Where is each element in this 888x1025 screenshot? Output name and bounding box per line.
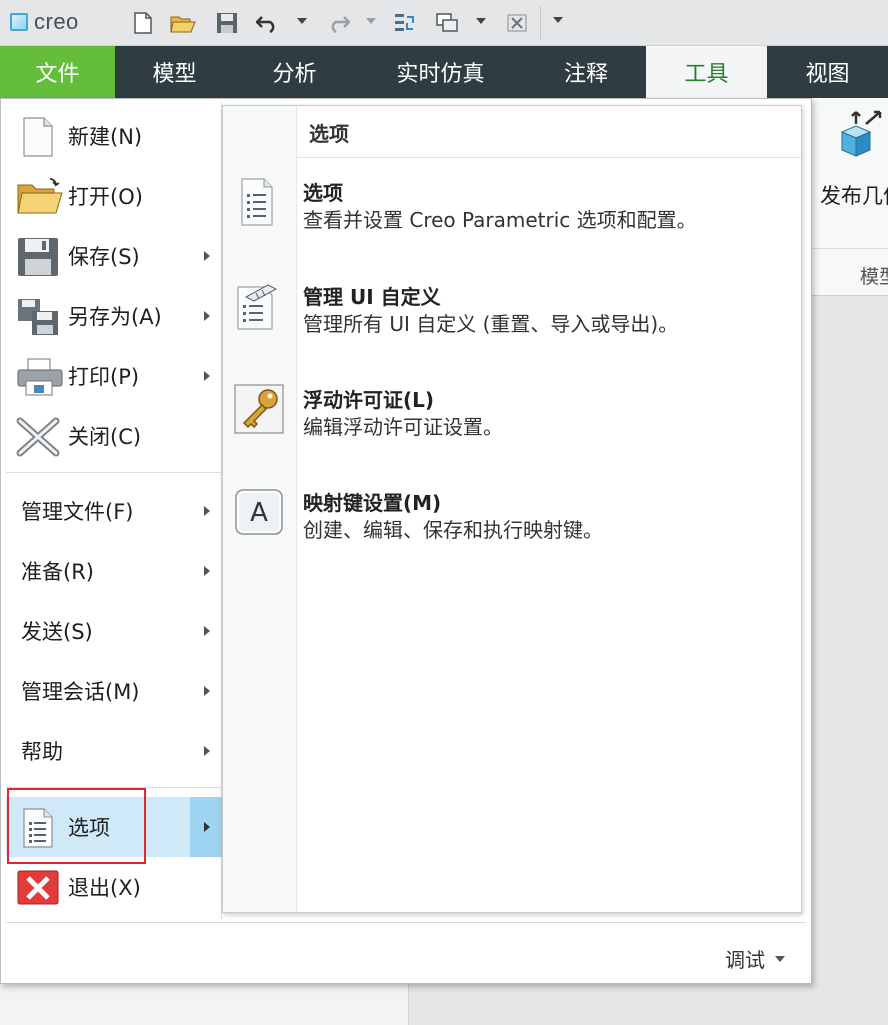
ribbon-separator [810, 248, 888, 249]
debug-label: 调试 [725, 948, 765, 972]
publish-geometry-label[interactable]: 发布几何 [820, 180, 888, 210]
toolbar-separator [540, 6, 541, 40]
tab-analysis[interactable]: 分析 [234, 46, 355, 98]
tab-live-simulation[interactable]: 实时仿真 [355, 46, 526, 98]
menu-item-send[interactable]: 发送(S) [6, 601, 222, 661]
publish-geometry-icon[interactable] [836, 110, 886, 164]
submenu-item-floating-license[interactable]: 浮动许可证(L) 编辑浮动许可证设置。 [223, 384, 801, 454]
submenu-arrow-icon [204, 506, 210, 516]
menu-label: 打印(P) [68, 365, 140, 389]
exit-icon [16, 868, 60, 908]
new-file-icon[interactable] [130, 10, 156, 36]
highlight-box [7, 788, 146, 864]
menu-item-close[interactable]: 关闭(C) [6, 406, 222, 466]
menu-label: 打开(O) [68, 185, 143, 209]
submenu-arrow-icon [204, 686, 210, 696]
menu-label: 帮助 [21, 740, 63, 764]
tab-tools[interactable]: 工具 [646, 46, 767, 98]
menu-label: 准备(R) [21, 560, 94, 584]
menu-item-save-as[interactable]: 另存为(A) [6, 286, 222, 346]
menu-label: 另存为(A) [68, 305, 162, 329]
redo-dropdown-icon[interactable] [366, 18, 376, 24]
menu-label: 管理文件(F) [21, 500, 134, 524]
menu-item-save[interactable]: 保存(S) [6, 226, 222, 286]
chevron-down-icon [775, 955, 785, 962]
svg-text:A: A [250, 498, 268, 528]
submenu-arrow-icon [204, 566, 210, 576]
submenu-arrow-icon [204, 251, 210, 261]
menu-divider [6, 472, 222, 473]
undo-dropdown-icon[interactable] [297, 18, 307, 24]
undo-icon[interactable] [255, 10, 281, 36]
menu-item-manage-file[interactable]: 管理文件(F) [6, 481, 222, 541]
submenu-arrow-icon [204, 371, 210, 381]
tab-file[interactable]: 文件 [0, 46, 115, 98]
menu-label: 关闭(C) [68, 425, 142, 449]
ribbon-panel: 发布几何 模型 [810, 98, 888, 296]
submenu-item-mapkey[interactable]: A 映射键设置(M) 创建、编辑、保存和执行映射键。 [223, 487, 801, 557]
submenu-header-divider [297, 157, 801, 158]
submenu-header: 选项 [309, 122, 349, 146]
submenu-item-title: 映射键设置(M) [303, 491, 442, 515]
submenu-item-manage-ui[interactable]: 管理 UI 自定义 管理所有 UI 自定义 (重置、导入或导出)。 [223, 281, 801, 351]
windows-dropdown-icon[interactable] [476, 18, 486, 24]
close-window-icon[interactable] [504, 10, 530, 36]
mapkey-icon: A [234, 487, 286, 539]
menu-label: 管理会话(M) [21, 680, 140, 704]
file-menu: 新建(N) 打开(O) 保存(S) 另存为(A) 打印(P) 关闭(C) 管理文… [0, 98, 812, 984]
menu-item-new[interactable]: 新建(N) [6, 106, 222, 166]
menu-item-help[interactable]: 帮助 [6, 721, 222, 781]
file-menu-footer-divider [6, 922, 806, 923]
options-submenu: 选项 选项 查看并设置 Creo Parametric 选项和配置。 管理 UI… [222, 105, 802, 913]
submenu-item-title: 管理 UI 自定义 [303, 285, 441, 309]
submenu-item-description: 查看并设置 Creo Parametric 选项和配置。 [303, 208, 697, 232]
open-folder-icon [16, 177, 63, 217]
regenerate-icon[interactable] [392, 10, 418, 36]
save-as-icon [16, 297, 60, 337]
menu-item-prepare[interactable]: 准备(R) [6, 541, 222, 601]
submenu-item-title: 浮动许可证(L) [303, 388, 435, 412]
menu-item-exit[interactable]: 退出(X) [6, 857, 222, 917]
debug-dropdown[interactable]: 调试 [725, 944, 785, 973]
menu-item-open[interactable]: 打开(O) [6, 166, 222, 226]
model-group-label: 模型 [860, 266, 888, 288]
ribbon-tabs: 文件 模型 分析 实时仿真 注释 工具 视图 [0, 46, 888, 98]
menu-item-manage-session[interactable]: 管理会话(M) [6, 661, 222, 721]
submenu-item-title: 选项 [303, 181, 343, 205]
save-disk-icon [16, 237, 60, 277]
menu-label: 保存(S) [68, 245, 140, 269]
printer-icon [16, 357, 63, 397]
submenu-item-description: 创建、编辑、保存和执行映射键。 [303, 518, 603, 542]
key-icon [234, 384, 286, 436]
windows-icon[interactable] [434, 10, 460, 36]
creo-cube-icon [10, 13, 28, 31]
menu-label: 发送(S) [21, 620, 93, 644]
save-icon[interactable] [214, 10, 240, 36]
submenu-item-options[interactable]: 选项 查看并设置 Creo Parametric 选项和配置。 [223, 177, 801, 267]
tab-view[interactable]: 视图 [767, 46, 888, 98]
new-document-icon [16, 117, 60, 157]
submenu-item-description: 编辑浮动许可证设置。 [303, 415, 503, 439]
submenu-arrow-icon [204, 746, 210, 756]
options-list-icon [234, 177, 286, 229]
submenu-arrow-icon [204, 626, 210, 636]
submenu-arrow-icon [204, 311, 210, 321]
submenu-arrow-icon [204, 822, 210, 832]
open-folder-icon[interactable] [170, 10, 196, 36]
quick-access-toolbar: creo [0, 0, 888, 46]
menu-item-print[interactable]: 打印(P) [6, 346, 222, 406]
tab-model[interactable]: 模型 [115, 46, 234, 98]
redo-icon[interactable] [325, 10, 351, 36]
menu-label: 新建(N) [68, 125, 143, 149]
tab-annotate[interactable]: 注释 [526, 46, 646, 98]
logo-text: creo [34, 9, 79, 34]
creo-logo: creo [10, 9, 79, 35]
customize-toolbar-icon[interactable] [553, 17, 563, 23]
submenu-item-description: 管理所有 UI 自定义 (重置、导入或导出)。 [303, 312, 679, 336]
menu-label: 退出(X) [68, 876, 141, 900]
close-x-icon [16, 417, 60, 457]
ui-customization-icon [234, 281, 286, 333]
